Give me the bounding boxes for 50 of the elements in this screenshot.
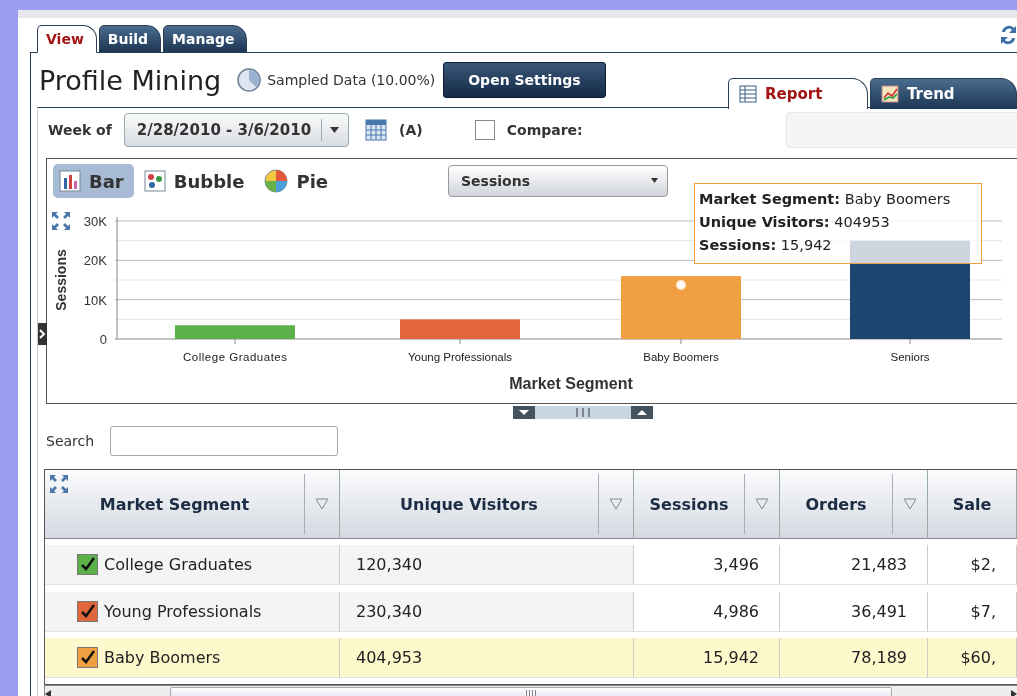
table-cell: Baby Boomers [45, 637, 340, 678]
chart-type-button[interactable]: Bubble [137, 164, 255, 198]
trend-tab[interactable]: Trend [870, 78, 1017, 109]
table-cell: $2, [928, 545, 1017, 586]
week-dropdown[interactable]: 2/28/2010 - 3/6/2010 [123, 113, 350, 147]
axis-tick-label: 20K [83, 253, 107, 269]
table-cell: $7, [928, 591, 1017, 632]
y-axis-title: Sessions [53, 249, 69, 311]
table-cell: 21,483 [780, 545, 928, 586]
axis-tick-label: 0 [99, 332, 107, 347]
tooltip-line: Market Segment: Baby Boomers [699, 190, 952, 209]
axis-tick-label: 10K [83, 292, 107, 308]
chart-type-button[interactable]: Bar [53, 164, 134, 198]
table-cell: 3,496 [634, 545, 780, 586]
column-header[interactable]: Unique Visitors [340, 470, 634, 539]
section-tab[interactable]: Build [98, 25, 162, 53]
section-tab[interactable]: Manage [163, 25, 248, 53]
compare-label: Compare: [506, 122, 583, 138]
axis-tick-label: 30K [83, 214, 107, 229]
x-axis-title: Market Segment [509, 375, 633, 392]
category-label: Young Professionals [408, 351, 512, 363]
category-label: Seniors [890, 351, 930, 363]
table-cell: 78,189 [780, 637, 928, 678]
category-label: College Graduates [183, 351, 287, 363]
table-cell: 404,953 [340, 637, 634, 678]
column-header[interactable]: Sale [928, 470, 1017, 539]
page-title: Profile Mining [39, 64, 222, 96]
report-tab[interactable]: Report [728, 78, 868, 109]
category-label: Baby Boomers [643, 351, 719, 363]
week-label: Week of [48, 122, 112, 138]
metric-dropdown[interactable]: Sessions [448, 165, 668, 197]
table-cell: 120,340 [340, 545, 634, 586]
tooltip-line: Unique Visitors: 404953 [699, 213, 891, 232]
table-cell: $60, [928, 637, 1017, 678]
search-label: Search [46, 433, 95, 449]
table-cell: 15,942 [634, 637, 780, 678]
section-tab[interactable]: View [37, 25, 97, 53]
sample-label: Sampled Data (10.00%) [267, 72, 436, 88]
table-cell: 230,340 [340, 591, 634, 632]
table-cell: 4,986 [634, 591, 780, 632]
tooltip-line: Sessions: 15,942 [699, 236, 833, 255]
table-cell: 36,491 [780, 591, 928, 632]
column-header[interactable]: Orders [780, 470, 928, 539]
comparison-marker: (A) [399, 122, 423, 138]
chart-type-button[interactable]: Pie [258, 164, 338, 198]
column-header[interactable]: Market Segment [45, 470, 340, 539]
table-cell: College Graduates [45, 545, 340, 586]
table-cell: Young Professionals [45, 591, 340, 632]
column-header[interactable]: Sessions [634, 470, 780, 539]
open-settings-button[interactable]: Open Settings [443, 62, 606, 98]
